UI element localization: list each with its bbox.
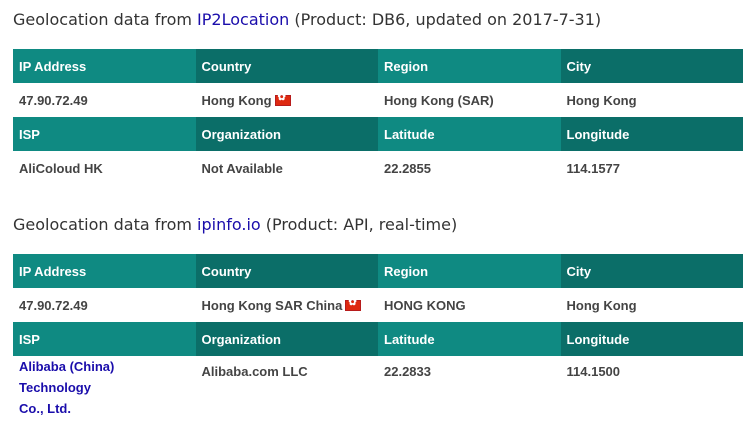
table-header-row: ISP Organization Latitude Longitude — [13, 117, 743, 151]
header-latitude: Latitude — [378, 322, 561, 356]
heading-suffix: (Product: DB6, updated on 2017-7-31) — [289, 10, 602, 29]
cell-organization: Not Available — [195, 151, 378, 185]
ip2location-link[interactable]: IP2Location — [197, 10, 289, 29]
cell-region: Hong Kong (SAR) — [378, 83, 561, 117]
header-organization: Organization — [195, 322, 378, 356]
cell-latitude: 22.2833 — [378, 356, 561, 419]
heading-suffix: (Product: API, real-time) — [260, 215, 458, 234]
header-city: City — [560, 49, 743, 83]
isp-link[interactable]: Alibaba (China) Technology Co., Ltd. — [19, 359, 114, 416]
hong-kong-flag-icon — [345, 297, 362, 311]
header-region: Region — [378, 254, 561, 288]
cell-longitude: 114.1500 — [560, 356, 743, 419]
cell-ip-address: 47.90.72.49 — [13, 83, 196, 117]
section-heading: Geolocation data from IP2Location (Produ… — [13, 10, 601, 29]
cell-longitude: 114.1577 — [560, 151, 743, 185]
table-row: 47.90.72.49 Hong Kong Hong Kong (SAR) Ho… — [13, 83, 743, 117]
table-header-row: IP Address Country Region City — [13, 254, 743, 288]
header-ip-address: IP Address — [13, 49, 196, 83]
header-ip-address: IP Address — [13, 254, 196, 288]
header-city: City — [560, 254, 743, 288]
cell-city: Hong Kong — [560, 83, 743, 117]
table-header-row: IP Address Country Region City — [13, 49, 743, 83]
cell-ip-address: 47.90.72.49 — [13, 288, 196, 322]
heading-prefix: Geolocation data from — [13, 215, 198, 234]
geolocation-table: IP Address Country Region City 47.90.72.… — [13, 254, 743, 419]
heading-prefix: Geolocation data from — [13, 10, 198, 29]
cell-city: Hong Kong — [560, 288, 743, 322]
header-isp: ISP — [13, 322, 196, 356]
ipinfo-link[interactable]: ipinfo.io — [197, 215, 261, 234]
cell-latitude: 22.2855 — [378, 151, 561, 185]
geolocation-table: IP Address Country Region City 47.90.72.… — [13, 49, 743, 185]
cell-country: Hong Kong — [195, 83, 378, 117]
table-row: Alibaba (China) Technology Co., Ltd. Alib… — [13, 356, 743, 419]
table-header-row: ISP Organization Latitude Longitude — [13, 322, 743, 356]
header-longitude: Longitude — [560, 322, 743, 356]
table-row: AliColoud HK Not Available 22.2855 114.1… — [13, 151, 743, 185]
section-heading: Geolocation data from ipinfo.io (Product… — [13, 215, 457, 234]
cell-isp: AliColoud HK — [13, 151, 196, 185]
cell-region: HONG KONG — [378, 288, 561, 322]
isp-link-line2: Co., Ltd. — [19, 401, 71, 416]
country-label: Hong Kong SAR China — [201, 297, 343, 313]
header-country: Country — [195, 49, 378, 83]
header-region: Region — [378, 49, 561, 83]
header-country: Country — [195, 254, 378, 288]
country-label: Hong Kong — [201, 92, 272, 108]
header-organization: Organization — [195, 117, 378, 151]
cell-isp: Alibaba (China) Technology Co., Ltd. — [13, 356, 196, 419]
cell-country: Hong Kong SAR China — [195, 288, 378, 322]
hong-kong-flag-icon — [274, 92, 291, 106]
header-longitude: Longitude — [560, 117, 743, 151]
header-isp: ISP — [13, 117, 196, 151]
header-latitude: Latitude — [378, 117, 561, 151]
cell-organization: Alibaba.com LLC — [195, 356, 378, 419]
isp-link-line1: Alibaba (China) Technology — [19, 359, 115, 395]
table-row: 47.90.72.49 Hong Kong SAR China HONG KON… — [13, 288, 743, 322]
